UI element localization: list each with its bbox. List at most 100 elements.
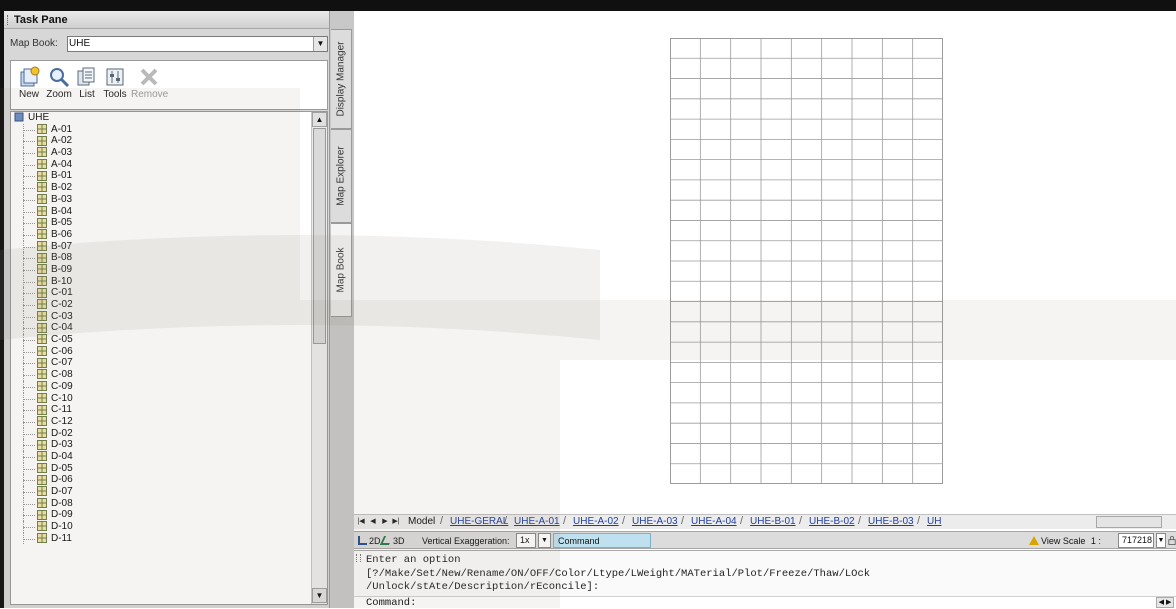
tree-item[interactable]: B-06: [11, 228, 311, 241]
list-button[interactable]: List: [73, 64, 101, 108]
tab-map-explorer[interactable]: Map Explorer: [331, 129, 352, 223]
scroll-down-icon[interactable]: ▼: [312, 588, 327, 603]
map-sheet-icon: [37, 299, 47, 310]
tree-item[interactable]: C-04: [11, 322, 311, 334]
command-input-line[interactable]: Command:: [354, 596, 1176, 609]
layout-tab-model[interactable]: Model: [408, 516, 435, 529]
scroll-thumb[interactable]: [313, 128, 326, 344]
tree-item[interactable]: D-06: [11, 474, 311, 486]
tree-item[interactable]: C-07: [11, 357, 311, 369]
first-tab-icon[interactable]: |◀: [356, 516, 366, 528]
tree-item[interactable]: B-08: [11, 252, 311, 264]
tree-item[interactable]: B-02: [11, 182, 311, 194]
tree-item[interactable]: D-05: [11, 462, 311, 475]
task-pane-title-bar[interactable]: Task Pane: [4, 11, 329, 29]
tools-button[interactable]: Tools: [101, 64, 129, 108]
layout-horizontal-scrollbar[interactable]: [1096, 516, 1162, 528]
map-sheet-icon: [37, 486, 47, 497]
tree-item[interactable]: D-08: [11, 497, 311, 510]
tree-root-node[interactable]: UHE: [11, 112, 311, 124]
map-book-row: Map Book: UHE ▼: [10, 36, 328, 52]
tree-item[interactable]: C-11: [11, 404, 311, 416]
tree-item[interactable]: D-02: [11, 427, 311, 440]
layout-tab[interactable]: UHE-A-03: [632, 516, 678, 529]
tree-item[interactable]: B-09: [11, 263, 311, 276]
tree-item[interactable]: A-03: [11, 147, 311, 159]
layout-tab[interactable]: UHE-A-02: [573, 516, 619, 529]
tree-item[interactable]: C-06: [11, 345, 311, 358]
map-sheet-icon: [37, 533, 47, 544]
map-sheet-icon: [37, 357, 47, 368]
tree-item-label: D-03: [51, 439, 73, 451]
layout-tab[interactable]: UHE-B-02: [809, 516, 855, 529]
map-sheet-icon: [37, 311, 47, 322]
tab-separator: /: [858, 515, 862, 527]
tree-item[interactable]: C-01: [11, 287, 311, 299]
prev-tab-icon[interactable]: ◀: [368, 516, 378, 528]
layout-tab[interactable]: UHE-B-03: [868, 516, 914, 529]
tree-item-label: C-01: [51, 287, 73, 299]
tree-item[interactable]: B-05: [11, 217, 311, 229]
map-sheet-icon: [37, 334, 47, 345]
tree-item[interactable]: C-02: [11, 299, 311, 311]
layout-tab[interactable]: UHE-A-01: [514, 516, 560, 529]
command-history-line-3: /Unlock/stAte/Description/rEconcile]:: [366, 581, 600, 593]
vertical-exaggeration-arrow[interactable]: ▼: [538, 533, 551, 548]
tree-item[interactable]: A-02: [11, 135, 311, 147]
tree-item[interactable]: B-07: [11, 240, 311, 253]
tree-item-label: B-02: [51, 182, 73, 194]
tree-item[interactable]: A-04: [11, 158, 311, 171]
tree-item[interactable]: D-11: [11, 532, 311, 545]
new-button[interactable]: New: [15, 64, 43, 108]
layout-tab[interactable]: UHE-GERAL: [450, 516, 508, 529]
tab-display-manager[interactable]: Display Manager: [331, 29, 352, 129]
view-scale-dropdown[interactable]: ▼: [1156, 533, 1166, 548]
command-window[interactable]: Enter an option [?/Make/Set/New/Rename/O…: [354, 550, 1176, 609]
command-tab[interactable]: Command: [553, 533, 651, 548]
last-tab-icon[interactable]: ▶|: [391, 516, 401, 528]
tree-item[interactable]: C-09: [11, 380, 311, 393]
vertical-exaggeration-label: Vertical Exaggeration:: [422, 536, 510, 546]
tree-item[interactable]: D-10: [11, 521, 311, 533]
tab-map-book[interactable]: Map Book: [331, 223, 352, 317]
tree-item[interactable]: B-04: [11, 205, 311, 218]
command-prompt: Command:: [366, 597, 417, 609]
map-sheet-icon: [37, 509, 47, 520]
tree-item[interactable]: D-09: [11, 509, 311, 521]
map-sheet-icon: [37, 287, 47, 298]
next-tab-icon[interactable]: ▶: [380, 516, 390, 528]
tree-item[interactable]: C-03: [11, 310, 311, 323]
tree-item[interactable]: B-01: [11, 170, 311, 182]
tree-item-label: D-10: [51, 521, 73, 533]
layout-tab[interactable]: UHE-A-04: [691, 516, 737, 529]
view-scale-input[interactable]: 717218: [1118, 533, 1154, 548]
tree-item[interactable]: D-04: [11, 450, 311, 463]
tree-item[interactable]: C-05: [11, 334, 311, 346]
tree-item[interactable]: D-03: [11, 439, 311, 451]
tree-item-label: C-04: [51, 322, 73, 334]
map-book-select[interactable]: UHE ▼: [67, 36, 328, 52]
scroll-up-icon[interactable]: ▲: [312, 112, 327, 127]
tab-map-explorer-label: Map Explorer: [335, 146, 347, 206]
tree-item[interactable]: C-08: [11, 369, 311, 381]
tree-item[interactable]: A-01: [11, 123, 311, 136]
tree-item[interactable]: D-07: [11, 486, 311, 498]
vertical-exaggeration-select[interactable]: 1x: [516, 533, 536, 548]
map-sheet-icon: [37, 474, 47, 485]
chevron-down-icon[interactable]: ▼: [313, 37, 327, 51]
lock-icon[interactable]: [1168, 535, 1176, 546]
command-scroll-icon[interactable]: ◀ ▶: [1156, 597, 1174, 608]
zoom-button[interactable]: Zoom: [45, 64, 73, 108]
layout-tab[interactable]: UHE-B-01: [750, 516, 796, 529]
remove-button[interactable]: Remove: [131, 64, 168, 108]
tree-item[interactable]: B-03: [11, 193, 311, 206]
tab-display-manager-label: Display Manager: [335, 41, 347, 117]
tree-vertical-scrollbar[interactable]: ▲ ▼: [311, 112, 327, 604]
mode-3d-button[interactable]: 3D: [379, 534, 405, 548]
mode-2d-button[interactable]: 2D: [358, 534, 381, 548]
tree-item[interactable]: C-12: [11, 415, 311, 428]
tree-item[interactable]: C-10: [11, 392, 311, 405]
drawing-canvas[interactable]: [354, 11, 1176, 509]
tree-item[interactable]: B-10: [11, 275, 311, 288]
layout-tab[interactable]: UH: [927, 516, 941, 529]
